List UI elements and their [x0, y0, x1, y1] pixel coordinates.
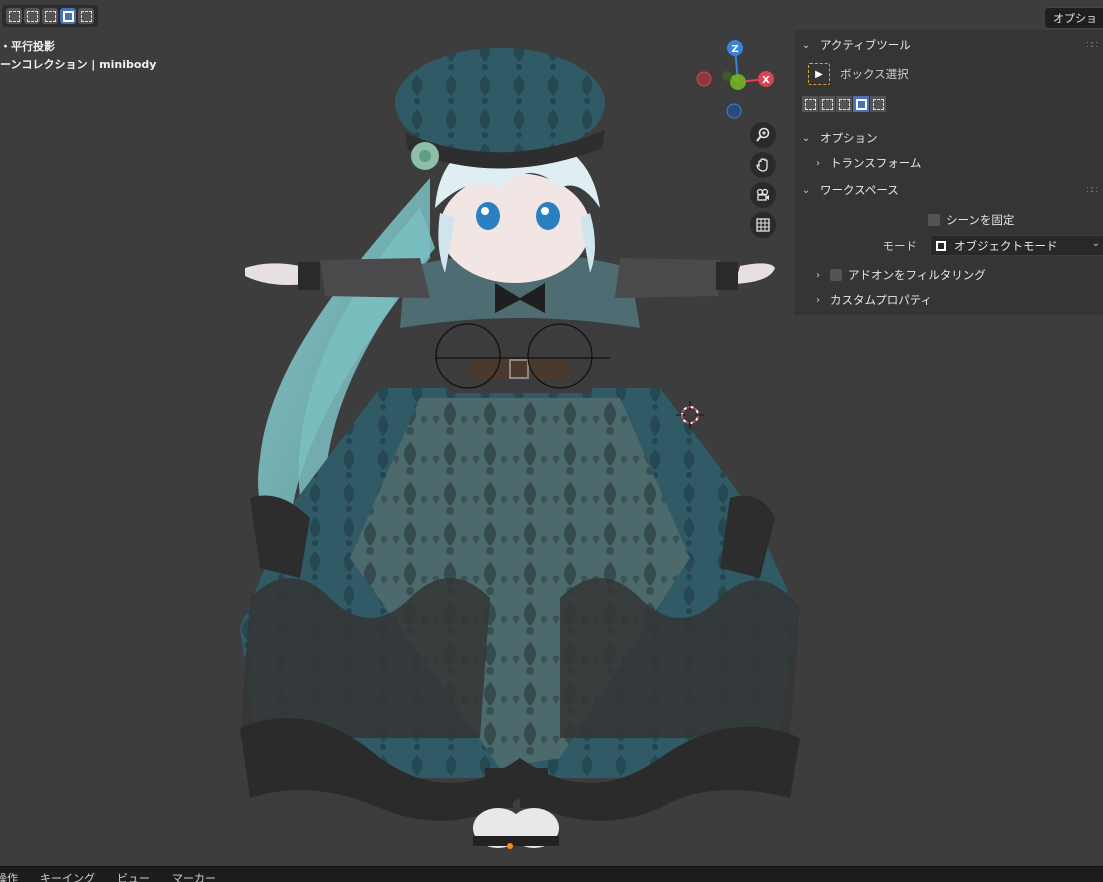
- filter-addons-checkbox[interactable]: [830, 269, 842, 281]
- menu-keying[interactable]: キーイング: [40, 867, 95, 882]
- select-new-icon[interactable]: [6, 8, 22, 24]
- chevron-down-icon: ⌄: [801, 184, 811, 196]
- drag-grip-icon[interactable]: ∷∷: [1086, 185, 1098, 196]
- active-tool-name: ボックス選択: [840, 67, 909, 81]
- menu-marker[interactable]: マーカー: [172, 867, 216, 882]
- timeline-header: 操作 キーイング ビュー マーカー: [0, 866, 1103, 882]
- transform-subpanel[interactable]: › トランスフォーム: [812, 152, 921, 174]
- mode-row: モード オブジェクトモード ⌄: [794, 234, 1103, 256]
- tool-mode-group: [802, 96, 886, 112]
- mode-label: モード: [882, 239, 918, 253]
- projection-label: ・平行投影: [0, 40, 55, 53]
- 3d-viewport[interactable]: ・平行投影 ーンコレクション | minibody オプショ Z X ⌄ アクテ…: [0, 0, 1103, 866]
- menu-view[interactable]: ビュー: [117, 867, 150, 882]
- select-extend-icon[interactable]: [24, 8, 40, 24]
- mode-invert-icon[interactable]: [853, 96, 869, 112]
- chevron-right-icon: ›: [816, 294, 820, 306]
- mode-subtract-icon[interactable]: [836, 96, 852, 112]
- chevron-down-icon: ⌄: [1091, 238, 1100, 249]
- workspace-header[interactable]: ⌄ ワークスペース ∷∷: [794, 179, 1103, 201]
- hand-icon[interactable]: [750, 152, 776, 178]
- 3d-cursor-icon[interactable]: [676, 401, 704, 429]
- camera-icon[interactable]: [750, 182, 776, 208]
- active-tool-title: アクティブツール: [820, 38, 911, 52]
- zoom-icon[interactable]: [750, 122, 776, 148]
- grid-icon[interactable]: [750, 212, 776, 238]
- drag-grip-icon[interactable]: ∷∷: [1086, 40, 1098, 51]
- options-title: オプション: [820, 131, 878, 145]
- chevron-down-icon: ⌄: [801, 132, 811, 144]
- chevron-down-icon: ⌄: [801, 39, 811, 51]
- select-invert-icon[interactable]: [60, 8, 76, 24]
- custom-props-label: カスタムプロパティ: [830, 293, 933, 307]
- chevron-right-icon: ›: [816, 269, 820, 281]
- custom-props-subpanel[interactable]: › カスタムプロパティ: [812, 289, 932, 311]
- select-intersect-icon[interactable]: [78, 8, 94, 24]
- collection-label: ーンコレクション | minibody: [0, 58, 157, 71]
- pin-scene-row[interactable]: シーンを固定: [928, 212, 1014, 228]
- sidebar-panel: ⌄ アクティブツール ∷∷ ▶ ボックス選択 ⌄ オプション › トランスフォー…: [794, 30, 1103, 315]
- options-button[interactable]: オプショ: [1044, 7, 1103, 29]
- filter-addons-label: アドオンをフィルタリング: [848, 268, 986, 282]
- selection-mode-group: [2, 5, 98, 27]
- character-model: [240, 48, 800, 849]
- gizmo-x-label: X: [762, 75, 770, 86]
- transform-label: トランスフォーム: [830, 156, 922, 170]
- mode-dropdown[interactable]: オブジェクトモード ⌄: [930, 235, 1103, 256]
- menu-playback[interactable]: 操作: [0, 867, 18, 882]
- navigation-gizmo[interactable]: Z X: [694, 36, 780, 122]
- workspace-title: ワークスペース: [820, 183, 899, 197]
- mode-extend-icon[interactable]: [819, 96, 835, 112]
- pin-scene-checkbox[interactable]: [928, 214, 940, 226]
- box-select-icon[interactable]: ▶: [808, 63, 830, 85]
- filter-addons-row[interactable]: › アドオンをフィルタリング: [812, 264, 986, 286]
- viewport-info: ・平行投影 ーンコレクション | minibody: [0, 38, 156, 74]
- mode-value: オブジェクトモード: [954, 238, 1058, 253]
- object-mode-icon: [936, 240, 946, 251]
- options-header[interactable]: ⌄ オプション: [794, 127, 1103, 149]
- select-subtract-icon[interactable]: [42, 8, 58, 24]
- gizmo-z-label: Z: [731, 44, 738, 55]
- mode-intersect-icon[interactable]: [870, 96, 886, 112]
- pin-scene-label: シーンを固定: [946, 213, 1015, 227]
- mode-new-icon[interactable]: [802, 96, 818, 112]
- active-tool-row: ▶ ボックス選択: [808, 63, 909, 85]
- chevron-right-icon: ›: [816, 157, 820, 169]
- active-tool-header[interactable]: ⌄ アクティブツール ∷∷: [794, 34, 1103, 56]
